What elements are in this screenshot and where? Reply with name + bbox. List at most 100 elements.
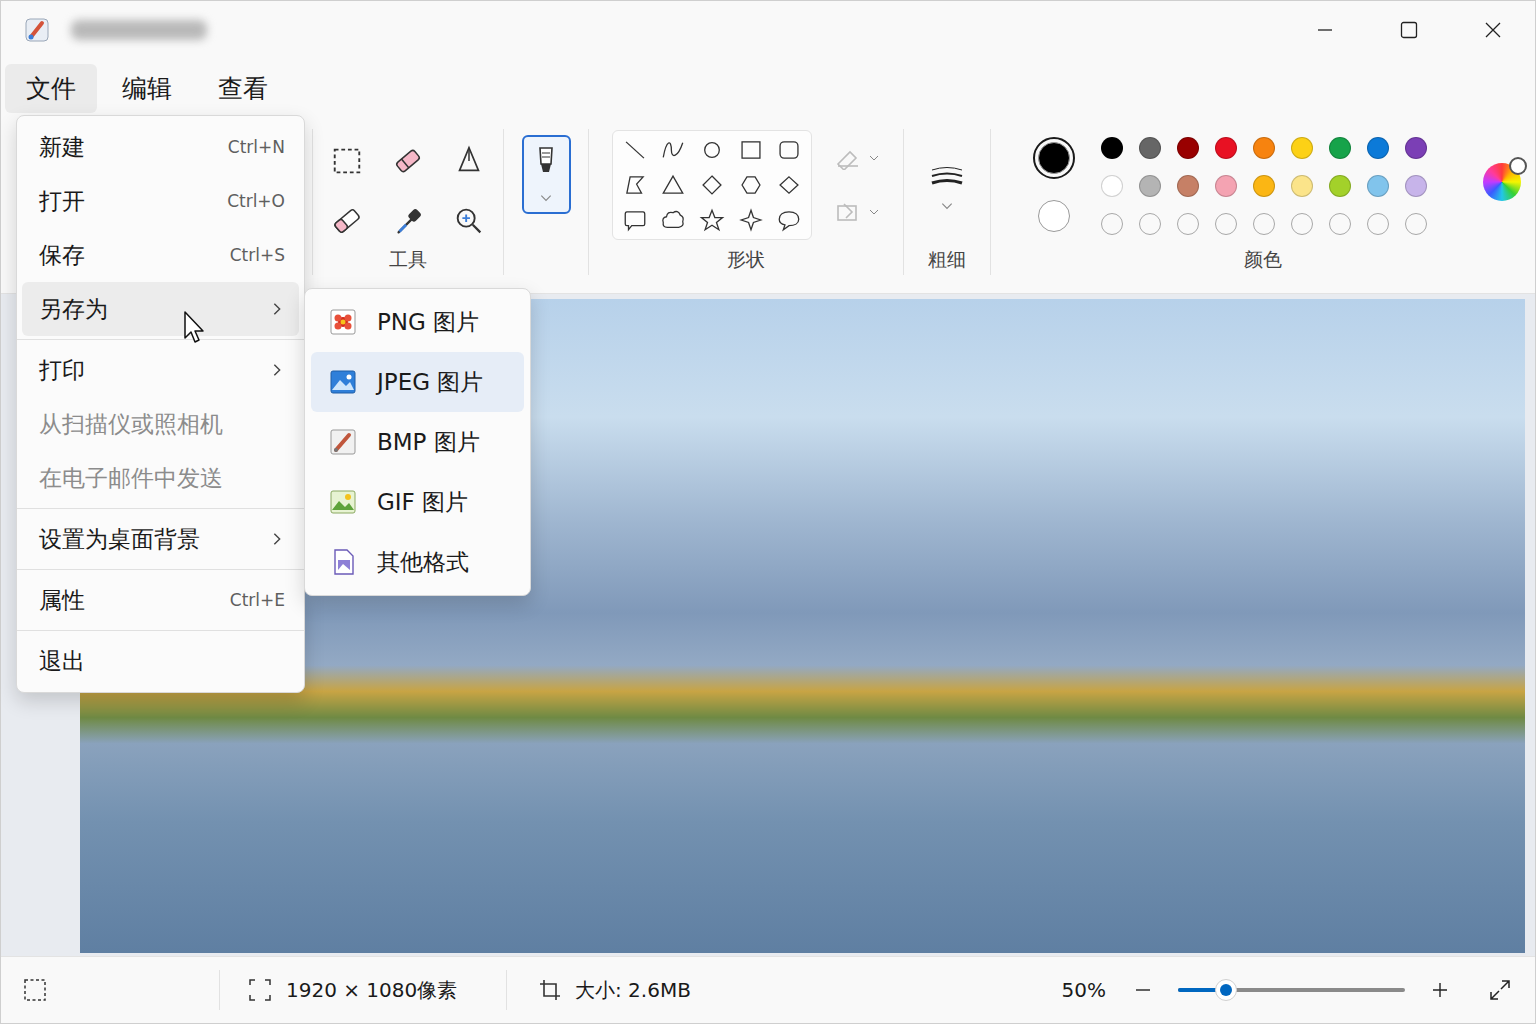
menu-item[interactable]: 新建Ctrl+N	[22, 120, 299, 174]
zoom-in-button[interactable]	[1425, 975, 1455, 1005]
star-four-icon[interactable]	[738, 207, 764, 233]
oval-icon[interactable]	[699, 137, 725, 163]
menu-item[interactable]: 属性Ctrl+E	[22, 573, 299, 627]
rectangle-icon[interactable]	[738, 137, 764, 163]
png-icon[interactable]	[329, 308, 357, 336]
star-shape[interactable]	[695, 204, 729, 236]
color-swatch[interactable]	[1405, 213, 1427, 235]
expand-icon[interactable]	[1488, 978, 1512, 1002]
color-swatch[interactable]	[1367, 213, 1389, 235]
magnifier-icon[interactable]	[452, 204, 486, 238]
pencil-icon[interactable]	[391, 144, 425, 178]
polygon-shape[interactable]	[618, 169, 652, 201]
rounded-rectangle-shape[interactable]	[772, 134, 806, 166]
current-color[interactable]	[1033, 137, 1075, 179]
color-swatch[interactable]	[1177, 175, 1199, 197]
color-swatch[interactable]	[1367, 137, 1389, 159]
color-swatch[interactable]	[1101, 175, 1123, 197]
line-icon[interactable]	[622, 137, 648, 163]
color-swatch[interactable]	[1215, 175, 1237, 197]
color-picker-icon[interactable]	[391, 204, 425, 238]
dropdown-icon[interactable]	[940, 199, 954, 213]
diamond-shape[interactable]	[772, 169, 806, 201]
callout-rect-shape[interactable]	[618, 204, 652, 236]
menu-bar-item[interactable]: 查看	[197, 64, 289, 113]
fill-dropdown[interactable]	[834, 200, 880, 224]
hexagon-shape[interactable]	[734, 169, 768, 201]
color-swatch[interactable]	[1215, 213, 1237, 235]
line-width-icon[interactable]	[930, 165, 964, 189]
maximize-icon[interactable]	[1399, 20, 1419, 40]
menu-bar-item[interactable]: 文件	[5, 64, 97, 113]
diamond-left-shape[interactable]	[695, 169, 729, 201]
minimize-button[interactable]	[1283, 1, 1367, 59]
zoom-slider[interactable]	[1178, 988, 1405, 992]
polygon-icon[interactable]	[622, 172, 648, 198]
submenu-item[interactable]: JPEG 图片	[311, 352, 524, 412]
color-swatch[interactable]	[1101, 137, 1123, 159]
color-picker-tool[interactable]	[386, 199, 430, 243]
outline-icon[interactable]	[834, 146, 862, 170]
jpeg-icon[interactable]	[329, 368, 357, 396]
brush-icon[interactable]	[533, 144, 559, 176]
fill-tool[interactable]	[447, 139, 491, 183]
magnifier-tool[interactable]	[447, 199, 491, 243]
shape-fill-icon[interactable]	[834, 200, 862, 224]
close-button[interactable]	[1451, 1, 1535, 59]
color-swatch[interactable]	[1177, 137, 1199, 159]
brush-button[interactable]	[522, 135, 571, 214]
submenu-item[interactable]: PNG 图片	[311, 292, 524, 352]
cloud-shape[interactable]	[656, 204, 690, 236]
color-swatch[interactable]	[1291, 175, 1313, 197]
color-swatch[interactable]	[1215, 137, 1237, 159]
color-swatch[interactable]	[1405, 137, 1427, 159]
triangle-shape[interactable]	[656, 169, 690, 201]
select-tool[interactable]	[325, 139, 369, 183]
submenu-item[interactable]: 其他格式	[311, 532, 524, 592]
color-swatch[interactable]	[1101, 213, 1123, 235]
color-swatch[interactable]	[1253, 213, 1275, 235]
color-swatch[interactable]	[1329, 175, 1351, 197]
color-swatch[interactable]	[1253, 137, 1275, 159]
outline-dropdown[interactable]	[834, 146, 880, 170]
color-swatch[interactable]	[1139, 213, 1161, 235]
pencil-tool[interactable]	[386, 139, 430, 183]
maximize-button[interactable]	[1367, 1, 1451, 59]
star-four-shape[interactable]	[734, 204, 768, 236]
star-icon[interactable]	[699, 207, 725, 233]
cloud-icon[interactable]	[660, 207, 686, 233]
color-swatch[interactable]	[1177, 213, 1199, 235]
close-icon[interactable]	[1483, 20, 1503, 40]
color-swatch[interactable]	[1329, 213, 1351, 235]
diamond-left-icon[interactable]	[699, 172, 725, 198]
plus-icon[interactable]	[1431, 981, 1449, 999]
other-format-icon[interactable]	[329, 548, 357, 576]
zoom-out-button[interactable]	[1128, 975, 1158, 1005]
oval-shape[interactable]	[695, 134, 729, 166]
menu-item[interactable]: 退出	[22, 634, 299, 688]
color-swatch[interactable]	[1291, 213, 1313, 235]
menu-item[interactable]: 设置为桌面背景	[22, 512, 299, 566]
color-swatch[interactable]	[1405, 175, 1427, 197]
eraser-icon[interactable]	[330, 204, 364, 238]
menu-item[interactable]: 打开Ctrl+O	[22, 174, 299, 228]
dropdown-icon[interactable]	[868, 206, 880, 218]
line-shape[interactable]	[618, 134, 652, 166]
current-color[interactable]	[1033, 195, 1075, 237]
menu-item[interactable]: 保存Ctrl+S	[22, 228, 299, 282]
eraser-tool[interactable]	[325, 199, 369, 243]
edit-colors-icon[interactable]	[1483, 163, 1521, 201]
rounded-rectangle-icon[interactable]	[776, 137, 802, 163]
color-swatch[interactable]	[1329, 137, 1351, 159]
color-swatch[interactable]	[1253, 175, 1275, 197]
menu-item[interactable]: 打印	[22, 343, 299, 397]
fullscreen-button[interactable]	[1485, 975, 1515, 1005]
curve-icon[interactable]	[660, 137, 686, 163]
color-swatch[interactable]	[1291, 137, 1313, 159]
speech-bubble-icon[interactable]	[776, 207, 802, 233]
submenu-item[interactable]: BMP 图片	[311, 412, 524, 472]
color-swatch[interactable]	[1139, 175, 1161, 197]
triangle-icon[interactable]	[660, 172, 686, 198]
minus-icon[interactable]	[1134, 981, 1152, 999]
minimize-icon[interactable]	[1315, 20, 1335, 40]
